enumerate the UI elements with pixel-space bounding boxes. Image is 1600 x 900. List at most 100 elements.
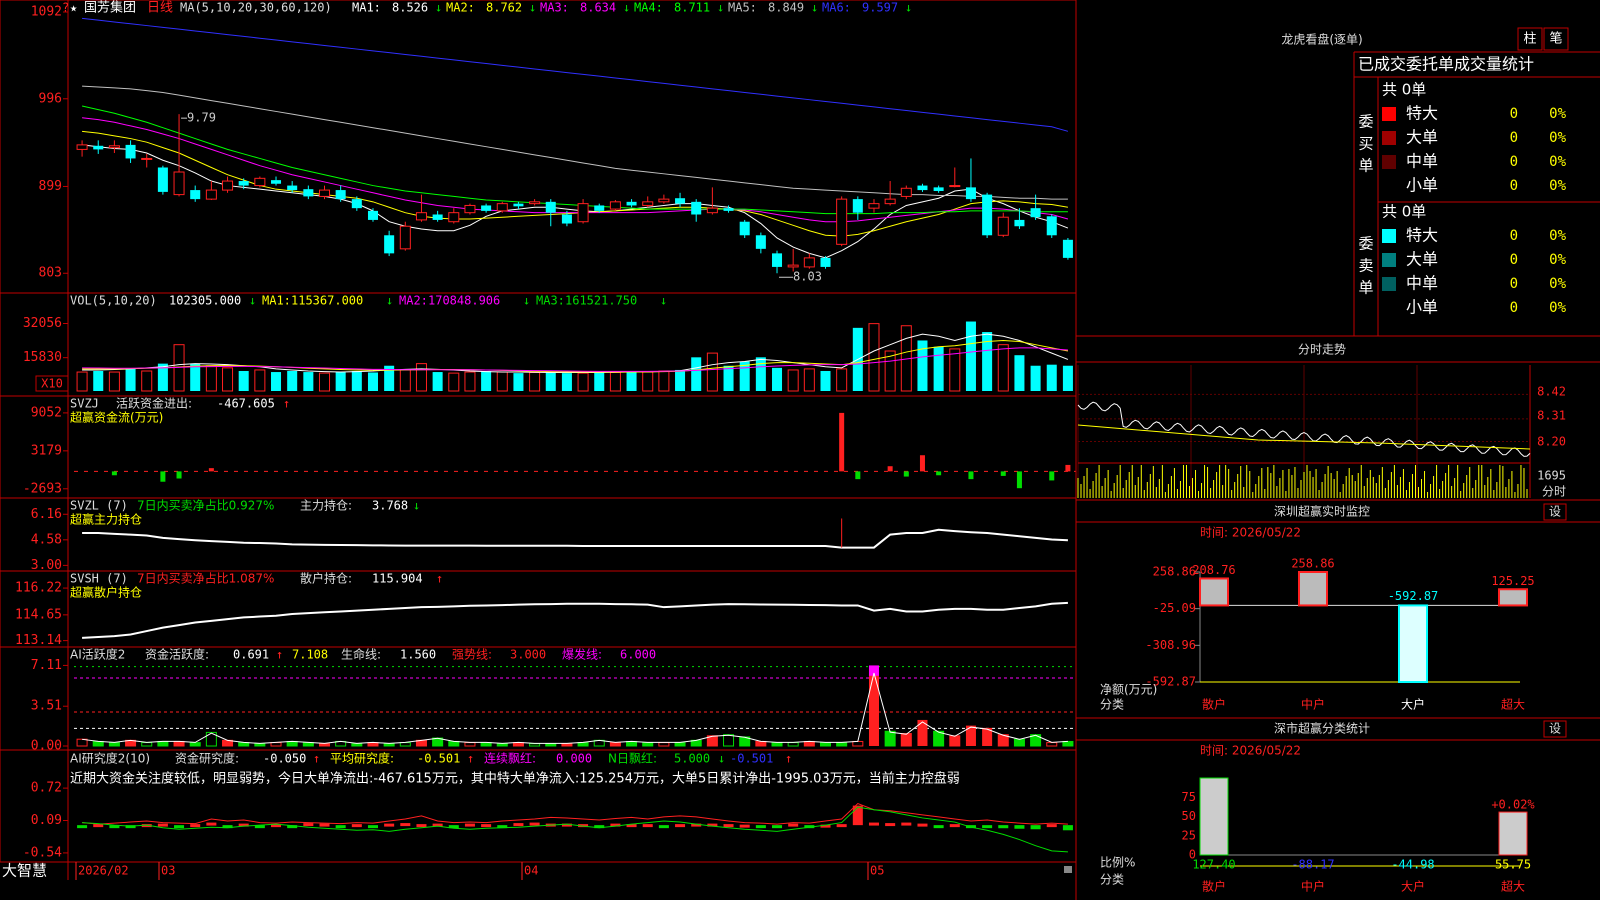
classify-top-label: +0.02% bbox=[1491, 798, 1535, 812]
candle bbox=[739, 221, 750, 236]
minute-vol-tick: 1695 bbox=[1537, 469, 1566, 483]
y-tick-label: -0.54 bbox=[23, 845, 62, 860]
candle bbox=[287, 185, 298, 191]
research-bar bbox=[933, 825, 944, 829]
activity-bar bbox=[609, 742, 621, 747]
order-total-buy: 共 0单 bbox=[1382, 81, 1426, 99]
lian-value: 0.000 bbox=[556, 752, 592, 766]
research-bar bbox=[885, 823, 896, 827]
candle bbox=[367, 210, 378, 220]
svsh-title: SVSH (7) bbox=[70, 572, 128, 586]
volume-bar bbox=[675, 369, 686, 391]
classify-bar bbox=[1199, 777, 1229, 856]
activity-bar bbox=[254, 743, 266, 747]
order-row-count: 0 bbox=[1510, 106, 1518, 122]
research-bar bbox=[77, 825, 88, 829]
research-bar bbox=[917, 823, 928, 827]
volume-bar bbox=[351, 371, 362, 391]
volume-bar bbox=[820, 371, 831, 391]
y-tick-label: 996 bbox=[39, 91, 62, 106]
activity-bar bbox=[318, 743, 331, 747]
lhb-title: 龙虎看盘(逐单) bbox=[1281, 32, 1362, 47]
classify-y-tick: 75 bbox=[1182, 790, 1196, 804]
vol-ma2-value: 170848.906 bbox=[428, 294, 500, 308]
legend-swatch bbox=[1382, 131, 1396, 145]
research-green-line bbox=[82, 806, 1068, 853]
trading-terminal: 1092 996 899 803 9.79 8.03 ★ 国芳集团 日线 MA(5,10,20,3… bbox=[0, 0, 1600, 900]
lock-icon bbox=[1064, 866, 1072, 873]
candle bbox=[481, 205, 492, 211]
fund-flow-bar bbox=[839, 412, 845, 472]
lian-label: 连续飘红: bbox=[484, 751, 536, 766]
order-row-count: 0 bbox=[1510, 252, 1518, 268]
y-tick-label: 6.16 bbox=[31, 507, 62, 522]
activity-bar bbox=[1046, 742, 1058, 747]
research-bar bbox=[1014, 825, 1025, 829]
volume-bar bbox=[755, 357, 766, 391]
research-bar bbox=[675, 824, 686, 828]
y-tick-label: -2693 bbox=[23, 481, 62, 496]
activity-bar bbox=[286, 740, 298, 747]
svzl-subtitle: 超赢主力持仓 bbox=[70, 512, 142, 527]
stock-name: 国芳集团 bbox=[84, 0, 136, 16]
left-frame bbox=[0, 0, 1077, 863]
candle bbox=[706, 207, 718, 214]
volume-bar bbox=[367, 372, 378, 391]
order-row-label: 大单 bbox=[1406, 128, 1438, 147]
research-bar bbox=[1030, 825, 1041, 830]
research-bar bbox=[982, 825, 993, 829]
candle bbox=[93, 145, 104, 150]
volume-bar bbox=[787, 369, 799, 392]
candle bbox=[303, 189, 314, 197]
last-value: -0.501 bbox=[730, 752, 773, 766]
research-bar bbox=[755, 825, 766, 829]
minute-y-tick: 8.20 bbox=[1537, 435, 1566, 449]
volume-bar bbox=[868, 323, 880, 392]
candle bbox=[868, 203, 880, 209]
activity-bar bbox=[868, 665, 879, 746]
y-tick-label: 3179 bbox=[31, 443, 62, 458]
volume-bar bbox=[254, 369, 266, 392]
order-row-pct: 0% bbox=[1549, 252, 1566, 268]
fund-flow-bar bbox=[111, 471, 117, 476]
svsh-arrow: ↑ bbox=[436, 572, 443, 586]
star-icon: ★ bbox=[70, 1, 77, 15]
ma-line-ma6 bbox=[82, 17, 1069, 132]
candle bbox=[1046, 216, 1057, 236]
volume-bar bbox=[965, 321, 976, 391]
strong-label: 强势线: bbox=[452, 648, 492, 662]
x-axis-label: 04 bbox=[524, 864, 538, 878]
candle bbox=[238, 181, 249, 186]
candle bbox=[917, 185, 928, 191]
vol-ma1-value: 115367.000 bbox=[291, 294, 363, 308]
life-label: 生命线: bbox=[341, 647, 381, 662]
volume-bar bbox=[626, 371, 637, 391]
activity-bar bbox=[529, 743, 541, 747]
volume-bar bbox=[803, 368, 815, 392]
ai2-arrow: ↑ bbox=[785, 752, 792, 766]
classify-value: 55.75 bbox=[1495, 858, 1531, 872]
svzj-title: SVZJ bbox=[70, 397, 99, 411]
order-row-count: 0 bbox=[1510, 276, 1518, 292]
order-row-label: 特大 bbox=[1406, 226, 1438, 245]
fund-flow-bar bbox=[176, 471, 182, 479]
activity-bar bbox=[157, 740, 169, 747]
candle bbox=[432, 214, 443, 220]
volume-bar bbox=[76, 371, 88, 392]
monitor-time: 时间: 2026/05/22 bbox=[1200, 526, 1301, 540]
ma-line-ma4 bbox=[81, 105, 1068, 215]
research-bar bbox=[658, 825, 669, 829]
monitor-category: 超大 bbox=[1501, 697, 1525, 712]
research-red-line bbox=[82, 802, 1068, 825]
candle bbox=[271, 180, 282, 184]
volume-bar bbox=[836, 368, 848, 392]
activity-bar bbox=[302, 742, 314, 747]
volume-bar bbox=[190, 363, 201, 391]
research-bar bbox=[642, 824, 653, 828]
activity-bar bbox=[836, 742, 848, 747]
life-value: 1.560 bbox=[400, 648, 436, 662]
candle bbox=[513, 203, 524, 207]
y-tick-label: 0.72 bbox=[31, 781, 62, 796]
n-value: 5.000 bbox=[674, 752, 710, 766]
candle bbox=[949, 185, 961, 188]
